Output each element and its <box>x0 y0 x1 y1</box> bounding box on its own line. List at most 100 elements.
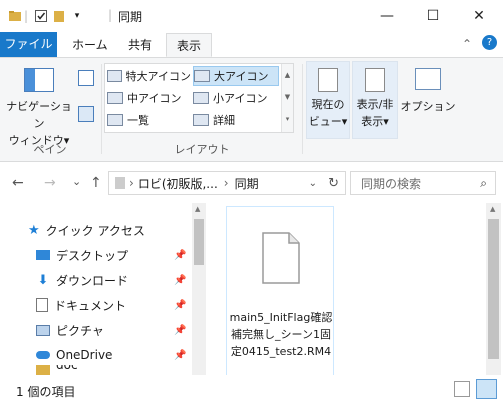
collapse-ribbon-icon[interactable]: ⌃ <box>462 37 472 51</box>
pin-icon: 📌 <box>174 349 187 361</box>
extra-large-icons-icon <box>107 70 122 82</box>
breadcrumb-separator: › <box>223 176 229 190</box>
scroll-up-icon[interactable]: ▲ <box>282 64 293 86</box>
large-icons-icon <box>194 70 210 82</box>
layout-extra-large-icons[interactable]: 特大アイコン <box>107 66 191 86</box>
file-name: main5_InitFlag確認補完無し_シーン1固定0415_test2.RM… <box>229 311 333 358</box>
qa-separator: | <box>24 9 29 23</box>
layout-large-icons[interactable]: 大アイコン <box>193 66 279 86</box>
title-separator: | <box>108 8 113 22</box>
location-icon <box>115 177 125 189</box>
small-icons-icon <box>193 92 209 104</box>
item-count: 1 個の項目 <box>16 385 76 399</box>
generic-file-icon <box>262 232 300 284</box>
address-history-icon[interactable]: ⌄ <box>309 178 317 189</box>
pin-icon: 📌 <box>174 274 187 286</box>
customize-toolbar-icon[interactable]: ▾ <box>68 8 86 24</box>
current-view-label: 現在の ビュー▾ <box>308 98 348 128</box>
new-folder-icon[interactable] <box>50 8 68 24</box>
address-bar[interactable]: › ロビ(初販版,... › 同期 ⌄ ↻ <box>108 171 346 195</box>
tab-view[interactable]: 表示 <box>166 33 213 57</box>
picture-icon <box>36 324 50 336</box>
pin-icon: 📌 <box>174 324 187 336</box>
current-view-button[interactable]: 現在の ビュー▾ <box>306 61 350 139</box>
tab-home[interactable]: ホーム <box>62 33 118 57</box>
list-icon <box>107 114 123 126</box>
navigation-bar: ← → ⌄ ↑ › ロビ(初販版,... › 同期 ⌄ ↻ 同期の検索 ⌕ <box>0 163 503 203</box>
refresh-button[interactable]: ↻ <box>328 176 339 191</box>
breadcrumb-current[interactable]: 同期 <box>235 175 259 192</box>
file-list-scroll-thumb[interactable] <box>488 219 499 359</box>
search-icon: ⌕ <box>480 175 487 190</box>
details-icon <box>193 114 209 126</box>
pin-icon: 📌 <box>174 249 187 261</box>
recent-locations-button[interactable]: ⌄ <box>72 175 81 188</box>
folder-icon <box>36 365 50 375</box>
pin-icon: 📌 <box>174 299 187 311</box>
navigation-pane-icon <box>24 68 54 92</box>
nav-item-downloads[interactable]: ⬇ ダウンロード 📌 <box>0 268 190 292</box>
navigation-pane-button[interactable]: ナビゲーション ウィンドウ▾ <box>4 64 74 149</box>
forward-button[interactable]: → <box>44 175 56 191</box>
document-icon <box>36 298 48 312</box>
search-input[interactable]: 同期の検索 ⌕ <box>350 171 496 195</box>
nav-item-doc[interactable]: doc <box>0 365 190 375</box>
tab-share[interactable]: 共有 <box>118 33 162 57</box>
layout-details[interactable]: 詳細 <box>193 110 279 130</box>
help-icon[interactable]: ? <box>482 35 497 50</box>
preview-pane-icon[interactable] <box>78 70 94 86</box>
navigation-pane: ★ クイック アクセス デスクトップ 📌 ⬇ ダウンロード 📌 ドキュメント 📌… <box>0 203 206 375</box>
download-icon: ⬇ <box>37 272 49 288</box>
layout-small-icons[interactable]: 小アイコン <box>193 88 279 108</box>
show-hide-label: 表示/非 表示▾ <box>356 98 394 128</box>
layout-group-label: レイアウト <box>174 143 230 156</box>
close-button[interactable]: ✕ <box>456 0 502 31</box>
scroll-up-icon[interactable]: ▲ <box>490 205 495 213</box>
medium-icons-icon <box>107 92 123 104</box>
options-label: オプション <box>400 100 456 113</box>
breadcrumb-separator: › <box>129 176 134 190</box>
layout-gallery-scroll[interactable]: ▲ ▼ ▾ <box>281 64 293 132</box>
cloud-icon <box>36 351 50 359</box>
layout-medium-icons[interactable]: 中アイコン <box>107 88 191 108</box>
current-view-icon <box>318 68 338 92</box>
details-pane-icon[interactable] <box>78 106 94 122</box>
layout-gallery: 特大アイコン 大アイコン 中アイコン 小アイコン 一覧 詳細 ▲ ▼ ▾ <box>104 63 294 133</box>
large-icons-view-icon[interactable] <box>476 379 497 399</box>
status-bar: 1 個の項目 <box>0 375 503 403</box>
file-list-scrollbar[interactable]: ▲ <box>486 203 501 375</box>
search-placeholder: 同期の検索 <box>361 176 422 191</box>
details-view-icon[interactable] <box>454 381 470 397</box>
file-item[interactable]: main5_InitFlag確認補完無し_シーン1固定0415_test2.RM… <box>226 206 334 376</box>
properties-icon[interactable] <box>32 8 50 24</box>
tab-file[interactable]: ファイル <box>0 32 57 57</box>
nav-pane-scrollbar[interactable]: ▲ <box>192 203 206 375</box>
options-icon <box>415 68 441 90</box>
desktop-icon <box>36 250 50 260</box>
nav-pane-scroll-thumb[interactable] <box>194 219 204 265</box>
back-button[interactable]: ← <box>12 175 24 191</box>
title-bar: | ▾ | 同期 — ☐ ✕ <box>0 0 503 31</box>
up-button[interactable]: ↑ <box>90 175 102 191</box>
nav-item-desktop[interactable]: デスクトップ 📌 <box>0 243 190 267</box>
scroll-down-icon[interactable]: ▼ <box>282 86 293 108</box>
show-hide-icon <box>365 68 385 92</box>
expand-gallery-icon[interactable]: ▾ <box>282 108 293 130</box>
nav-item-documents[interactable]: ドキュメント 📌 <box>0 293 190 317</box>
nav-item-pictures[interactable]: ピクチャ 📌 <box>0 318 190 342</box>
star-icon: ★ <box>28 222 40 238</box>
ribbon-separator <box>302 64 303 154</box>
layout-list[interactable]: 一覧 <box>107 110 191 130</box>
nav-item-quick-access[interactable]: ★ クイック アクセス <box>0 218 190 242</box>
show-hide-button[interactable]: 表示/非 表示▾ <box>352 61 398 139</box>
maximize-button[interactable]: ☐ <box>410 0 456 31</box>
folder-icon <box>6 8 24 24</box>
options-button[interactable]: オプション <box>400 64 456 115</box>
window-title: 同期 <box>118 10 143 24</box>
ribbon-separator <box>101 64 102 154</box>
nav-item-onedrive[interactable]: OneDrive 📌 <box>0 343 190 367</box>
scroll-up-icon[interactable]: ▲ <box>195 205 200 213</box>
breadcrumb-parent[interactable]: ロビ(初販版,... <box>138 175 218 192</box>
ribbon: ナビゲーション ウィンドウ▾ ペイン 特大アイコン 大アイコン 中アイコン 小ア… <box>0 57 503 162</box>
minimize-button[interactable]: — <box>364 0 410 31</box>
